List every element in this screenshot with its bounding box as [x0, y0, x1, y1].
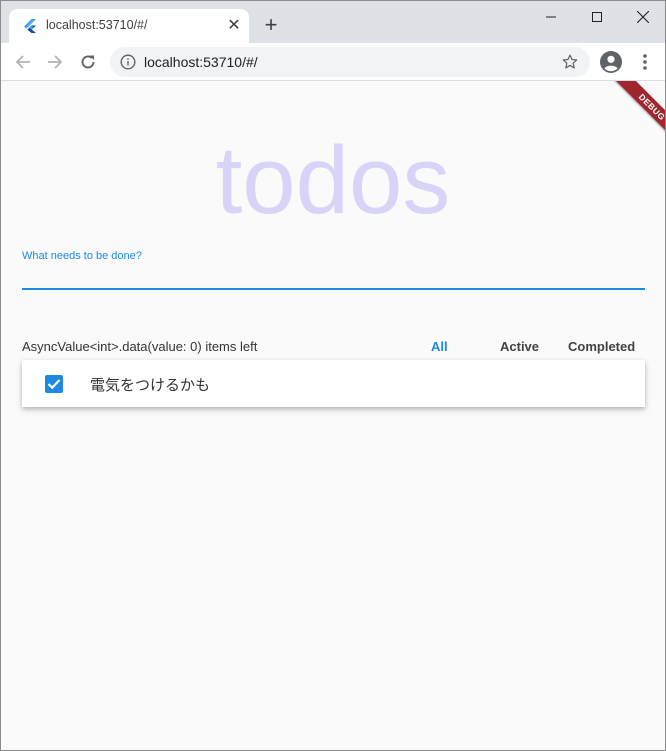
minimize-icon	[546, 16, 556, 18]
filter-completed-button[interactable]: Completed	[568, 339, 635, 354]
forward-button[interactable]	[43, 50, 67, 74]
maximize-button[interactable]	[574, 1, 620, 33]
minimize-button[interactable]	[528, 1, 574, 33]
address-bar[interactable]: localhost:53710/#/	[110, 47, 590, 77]
close-window-button[interactable]	[620, 1, 665, 33]
back-button[interactable]	[11, 50, 35, 74]
filter-active-button[interactable]: Active	[500, 339, 539, 354]
page-viewport: DEBUG todos What needs to be done? Async…	[1, 81, 665, 750]
account-icon[interactable]	[600, 51, 622, 73]
filter-all-button[interactable]: All	[431, 339, 448, 354]
todo-checkbox[interactable]	[45, 375, 63, 393]
tab-title: localhost:53710/#/	[46, 18, 148, 32]
app-title: todos	[215, 127, 451, 234]
arrow-left-icon	[15, 55, 30, 69]
reload-button[interactable]	[76, 50, 100, 74]
arrow-right-icon	[48, 55, 63, 69]
close-icon	[637, 11, 649, 23]
checkmark-icon	[47, 379, 61, 390]
tab-close-icon[interactable]: ✕	[226, 18, 242, 34]
new-todo-input[interactable]	[22, 267, 645, 289]
todo-item[interactable]: 電気をつけるかも	[22, 360, 645, 407]
reload-icon	[81, 55, 95, 69]
new-todo-underline	[22, 288, 645, 290]
browser-tab[interactable]: localhost:53710/#/ ✕	[9, 9, 249, 43]
tab-strip: localhost:53710/#/ ✕ +	[1, 1, 665, 43]
info-icon[interactable]	[120, 54, 136, 70]
items-left-counter: AsyncValue<int>.data(value: 0) items lef…	[22, 339, 258, 354]
flutter-icon	[24, 19, 36, 33]
new-todo-label: What needs to be done?	[22, 250, 142, 262]
maximize-icon	[592, 12, 602, 22]
url-text[interactable]: localhost:53710/#/	[144, 54, 258, 70]
todo-text[interactable]: 電気をつけるかも	[90, 374, 210, 395]
browser-window: localhost:53710/#/ ✕ + localhost:53710/#…	[0, 0, 666, 751]
vertical-dots-icon[interactable]	[637, 53, 653, 71]
star-icon[interactable]	[561, 53, 579, 71]
new-tab-button[interactable]: +	[261, 14, 281, 36]
browser-toolbar: localhost:53710/#/	[1, 43, 665, 81]
todo-toolbar: AsyncValue<int>.data(value: 0) items lef…	[22, 337, 645, 357]
